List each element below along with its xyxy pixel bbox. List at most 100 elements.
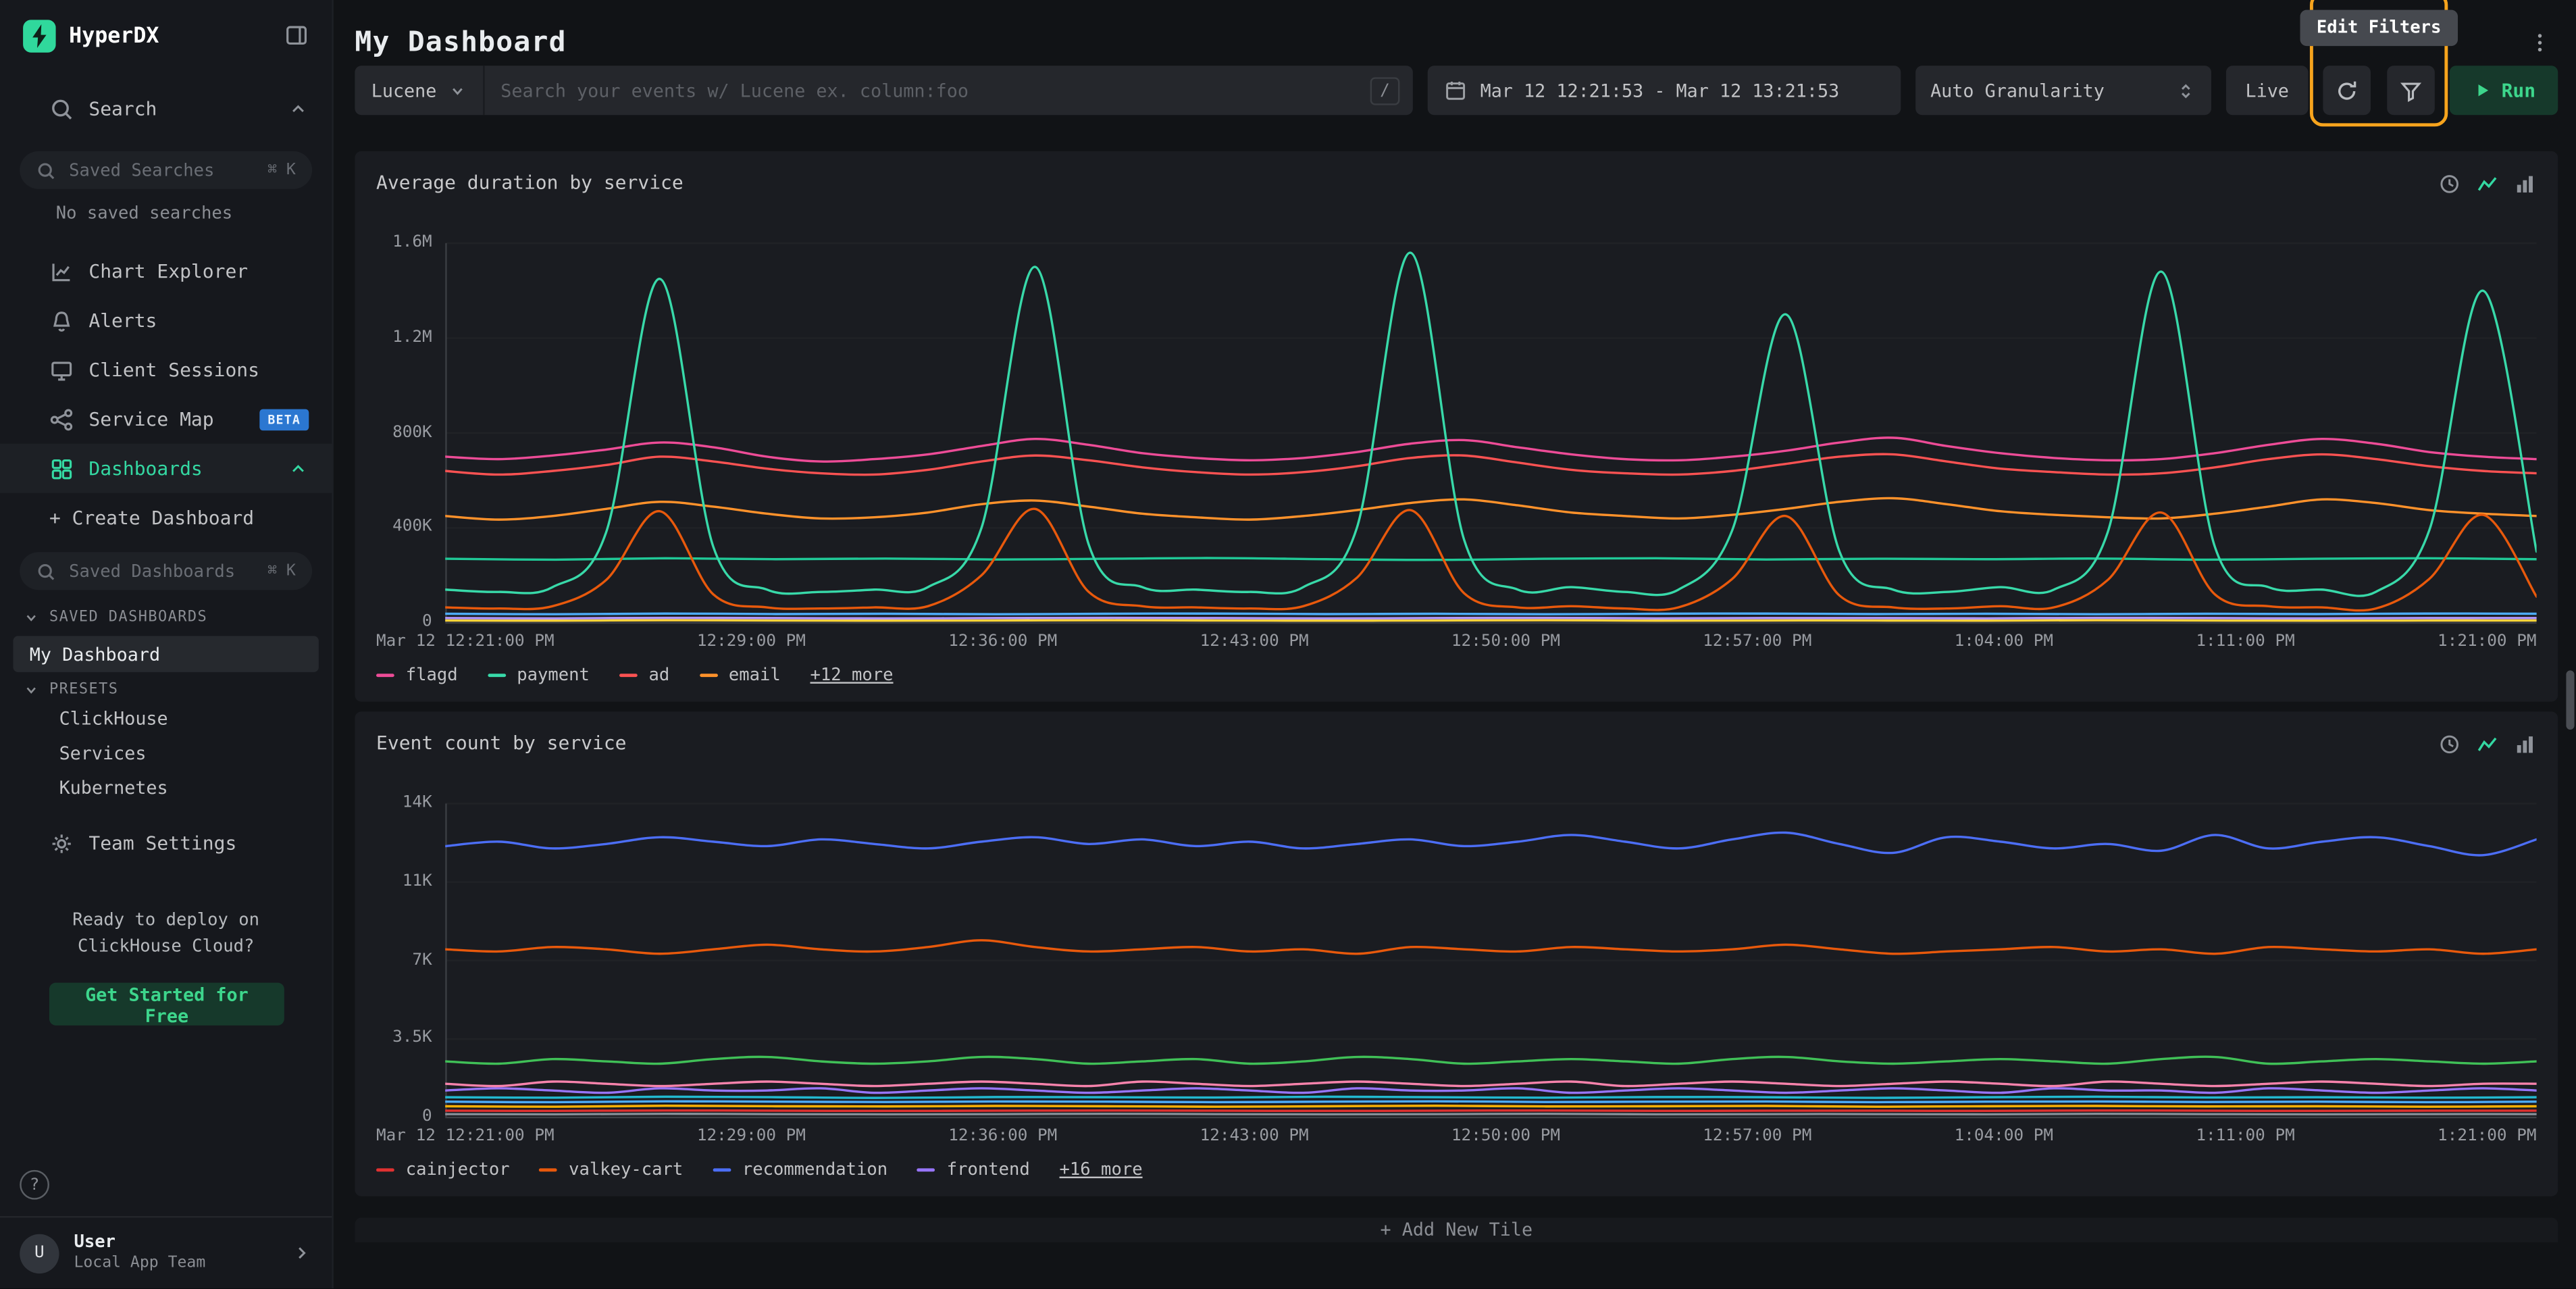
plot-area[interactable] [445,230,2536,625]
tile-header: Event count by service [376,728,2537,758]
x-tick-label: 12:57:00 PM [1703,1126,1811,1144]
line-chart-icon [2476,172,2499,195]
saved-searches-shortcut: ⌘ K [267,161,296,179]
legend-item[interactable]: frontend [917,1160,1030,1180]
x-tick-label: 1:04:00 PM [1955,1126,2053,1144]
avatar: U [20,1234,59,1273]
chevron-up-icon [288,457,309,479]
chevron-up-icon [288,98,309,120]
y-axis: 1.6M1.2M800K400K0 [376,230,445,625]
x-tick-label: 12:50:00 PM [1451,1126,1560,1144]
date-range-picker[interactable]: Mar 12 12:21:53 - Mar 12 13:21:53 [1428,66,1901,115]
app-window: HyperDX Search ⌘ K No saved se [0,0,2576,1288]
monitor-icon [49,357,74,382]
sidebar-item-search[interactable]: Search [0,85,332,131]
chevron-down-icon [23,609,39,626]
sidebar: HyperDX Search ⌘ K No saved se [0,0,334,1288]
y-tick-label: 400K [392,517,432,536]
line-chart-button[interactable] [2476,170,2499,195]
legend-item[interactable]: ad [619,665,670,685]
chart-legend: flagd payment ad email +12 more [376,662,2537,688]
add-new-tile-button[interactable]: + Add New Tile [355,1217,2558,1242]
preset-item-clickhouse[interactable]: ClickHouse [13,702,318,736]
saved-dashboards-field[interactable] [66,559,257,582]
granularity-value: Auto Granularity [1930,80,2105,101]
y-tick-label: 7K [412,951,432,969]
x-axis: Mar 12 12:21:00 PM12:29:00 PM12:36:00 PM… [376,630,2537,653]
legend-item[interactable]: flagd [376,665,458,685]
saved-dashboards-input[interactable]: ⌘ K [20,552,312,590]
run-button[interactable]: Run [2450,66,2558,115]
brand-name: HyperDX [69,24,271,48]
legend-item[interactable]: payment [487,665,589,685]
sidebar-item-client-sessions[interactable]: Client Sessions [0,345,332,395]
sidebar-item-label: Client Sessions [88,358,259,381]
sidebar-item-alerts[interactable]: Alerts [0,296,332,345]
sidebar-nav: Chart Explorer Alerts Client Sessions Se… [0,247,332,493]
sidebar-item-dashboards[interactable]: Dashboards [0,444,332,493]
tile-title: Average duration by service [376,171,684,194]
dashboard-tile: Average duration by service 1.6M1.2M800K… [355,151,2558,702]
saved-dashboard-item[interactable]: My Dashboard [13,636,318,672]
saved-dashboards-section-header[interactable]: SAVED DASHBOARDS [0,607,332,630]
create-dashboard-button[interactable]: + Create Dashboard [0,493,332,542]
query-language-select[interactable]: Lucene [355,66,484,115]
granularity-select[interactable]: Auto Granularity [1915,66,2211,115]
bar-chart-button[interactable] [2514,730,2537,756]
search-input[interactable] [497,78,1357,103]
user-menu[interactable]: U User Local App Team [0,1216,332,1288]
live-button[interactable]: Live [2226,66,2309,115]
scrollbar-thumb[interactable] [2566,670,2574,730]
x-tick-label: 12:36:00 PM [948,632,1057,650]
saved-searches-field[interactable] [66,159,257,182]
x-tick-label: 12:36:00 PM [948,1126,1057,1144]
saved-searches-input[interactable]: ⌘ K [20,151,312,189]
time-range-button[interactable] [2438,170,2461,195]
presets-section-header[interactable]: PRESETS [0,679,332,702]
y-tick-label: 1.2M [392,328,432,347]
get-started-button[interactable]: Get Started for Free [49,982,284,1024]
gear-icon [49,831,74,855]
preset-item-kubernetes[interactable]: Kubernetes [13,771,318,805]
line-chart-button[interactable] [2476,730,2499,756]
bar-chart-icon [2514,732,2537,755]
legend-more-link[interactable]: +16 more [1060,1160,1143,1180]
hyperdx-logo-icon [23,20,56,53]
y-tick-label: 14K [403,794,432,812]
y-axis: 14K11K7K3.5K0 [376,790,445,1119]
x-tick-label: 12:43:00 PM [1200,1126,1309,1144]
refresh-button[interactable] [2323,66,2371,115]
legend-item[interactable]: valkey-cart [539,1160,683,1180]
legend-item[interactable]: cainjector [376,1160,510,1180]
plot-area[interactable] [445,790,2536,1119]
refresh-icon [2334,78,2359,103]
search-icon [36,561,56,581]
time-range-button[interactable] [2438,730,2461,756]
bar-chart-button[interactable] [2514,170,2537,195]
sidebar-item-service-map[interactable]: Service Map BETA [0,395,332,444]
saved-dashboards-shortcut: ⌘ K [267,562,296,580]
legend-more-link[interactable]: +12 more [810,665,894,685]
chart-legend: cainjector valkey-cart recommendation front… [376,1157,2537,1183]
filter-bar: Lucene / Mar 12 12:21:53 - Mar 12 13:21:… [355,66,2558,115]
query-input-wrap: / [484,66,1413,115]
legend-item[interactable]: email [699,665,781,685]
chart-row: 1.6M1.2M800K400K0 [376,230,2537,625]
preset-item-services[interactable]: Services [13,736,318,771]
chart-explorer-icon [49,259,74,283]
sidebar-collapse-button[interactable] [284,22,309,48]
sidebar-item-team-settings[interactable]: Team Settings [0,818,332,867]
x-tick-label: Mar 12 12:21:00 PM [376,632,555,650]
y-tick-label: 1.6M [392,233,432,251]
x-axis: Mar 12 12:21:00 PM12:29:00 PM12:36:00 PM… [376,1124,2537,1147]
clock-icon [2438,172,2461,195]
y-tick-label: 0 [422,1107,432,1126]
legend-item[interactable]: recommendation [713,1160,887,1180]
dots-vertical-icon [2528,32,2551,55]
play-icon [2472,80,2492,100]
help-button[interactable]: ? [20,1170,49,1200]
sidebar-item-chart-explorer[interactable]: Chart Explorer [0,247,332,296]
dashboard-menu-button[interactable] [2522,23,2558,61]
x-tick-label: 12:57:00 PM [1703,632,1811,650]
edit-filters-button[interactable] [2387,66,2435,115]
